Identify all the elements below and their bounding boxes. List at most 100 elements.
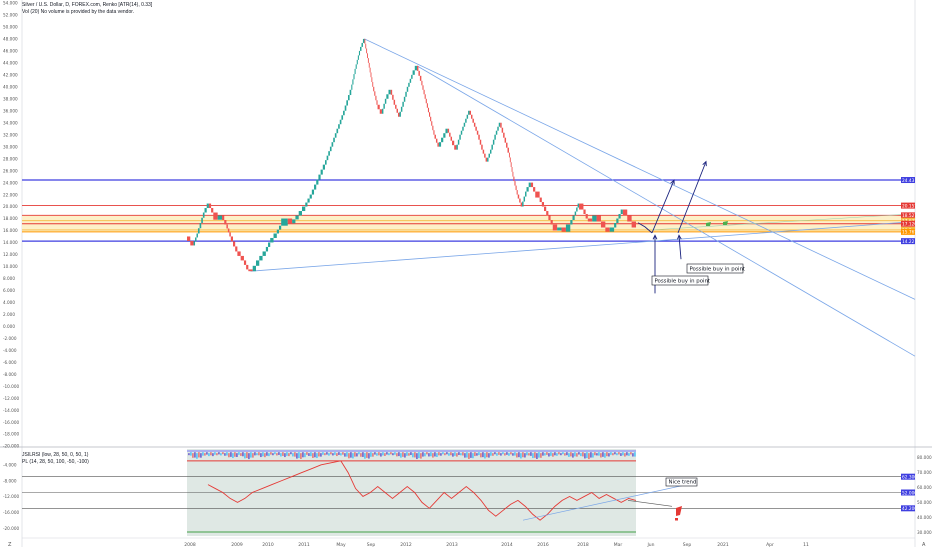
osc-bar [252,453,254,458]
renko-brick [517,194,520,199]
renko-brick [381,108,384,114]
renko-brick [355,64,357,69]
osc-bar [430,452,432,457]
osc-bar [246,452,248,459]
renko-brick [526,187,529,192]
renko-brick [473,122,476,127]
renko-brick [211,208,214,213]
osc-bar [542,452,544,456]
osc-bar [268,453,270,457]
renko-brick [240,255,244,261]
renko-brick [548,215,551,221]
osc-bar [376,453,378,456]
osc-bar [296,453,298,459]
x-tick-label: Sep [683,542,692,548]
osc-bar [408,453,410,456]
buy-annotation-2: Possible buy in point [690,266,746,272]
osc-bar [304,453,306,458]
osc-bar [222,452,224,455]
osc-bar [388,453,390,456]
osc-bar [202,452,204,456]
renko-brick [520,202,523,207]
x-tick-label: 2016 [537,542,549,548]
osc-bar [502,452,504,455]
osc-y-tick: -20.000 [3,526,19,531]
renko-brick [423,89,425,95]
nice-trend-annotation: Nice trend [669,479,697,485]
osc-bar [458,452,460,455]
renko-brick [318,174,321,180]
osc-bar [378,452,380,456]
renko-brick [230,236,233,242]
osc-bar [612,453,614,456]
osc-bar [570,452,572,457]
osc-y-tick: -4.000 [3,463,17,468]
renko-brick [295,215,299,220]
y-tick-label: 50.000 [3,25,18,30]
osc-bar [608,453,610,457]
osc-bar [264,453,266,458]
renko-brick [367,58,369,63]
renko-brick [437,142,439,147]
osc-bar [392,453,394,456]
renko-brick [462,126,464,131]
renko-brick [425,98,427,104]
osc-bar [466,452,468,458]
osc-right-tick: 70.000 [917,470,932,475]
renko-brick [434,134,436,139]
renko-brick [419,75,422,81]
x-tick-label: Mar [614,542,623,548]
renko-brick [587,218,593,222]
renko-brick [201,217,203,224]
osc-bar [560,453,562,456]
renko-brick [370,72,372,78]
y-tick-label: 24.000 [3,180,18,185]
renko-brick [409,78,412,83]
osc-bar [370,452,372,457]
renko-brick [572,215,575,221]
price-label: 24.43 [902,178,915,184]
renko-brick [193,241,196,246]
renko-brick [338,124,340,129]
osc-right-tick: 60.000 [917,485,932,490]
y-tick-label: 4.000 [3,300,15,305]
osc-bar [508,453,510,456]
renko-brick [482,149,485,154]
renko-brick [324,160,327,165]
renko-brick [349,89,352,96]
renko-brick [227,228,230,233]
renko-brick [298,211,302,216]
osc-bar [266,452,268,456]
osc-bar [444,453,446,456]
y-tick-label: 10.000 [3,264,18,269]
renko-brick [544,206,547,212]
osc-bar [386,452,388,455]
osc-bar [262,452,264,457]
renko-brick [481,144,483,150]
renko-brick [354,68,356,75]
osc-bar [624,453,626,457]
renko-brick [276,229,279,234]
renko-brick [379,109,382,114]
renko-brick [585,214,588,219]
osc-bar [354,452,356,457]
osc-bar [384,453,386,457]
osc-bar [248,453,250,460]
renko-brick [206,203,209,209]
renko-brick [576,207,578,212]
renko-brick [433,130,435,135]
auto-scale-label: A [922,542,926,548]
chart-root: 54.000 52.000 50.000 48.000 46.000 44.000 42.0… [0,0,932,550]
y-tick-label: 36.000 [3,108,18,113]
renko-brick [523,196,526,202]
osc-right-tick: 40.000 [917,515,932,520]
osc-bar [358,452,360,455]
renko-brick [546,211,549,216]
osc-bar [610,452,612,455]
osc-bar [314,452,316,458]
osc-bar [272,453,274,456]
osc-bar [236,453,238,457]
osc-bar [518,452,520,458]
renko-brick [396,108,398,113]
renko-brick [616,218,619,224]
